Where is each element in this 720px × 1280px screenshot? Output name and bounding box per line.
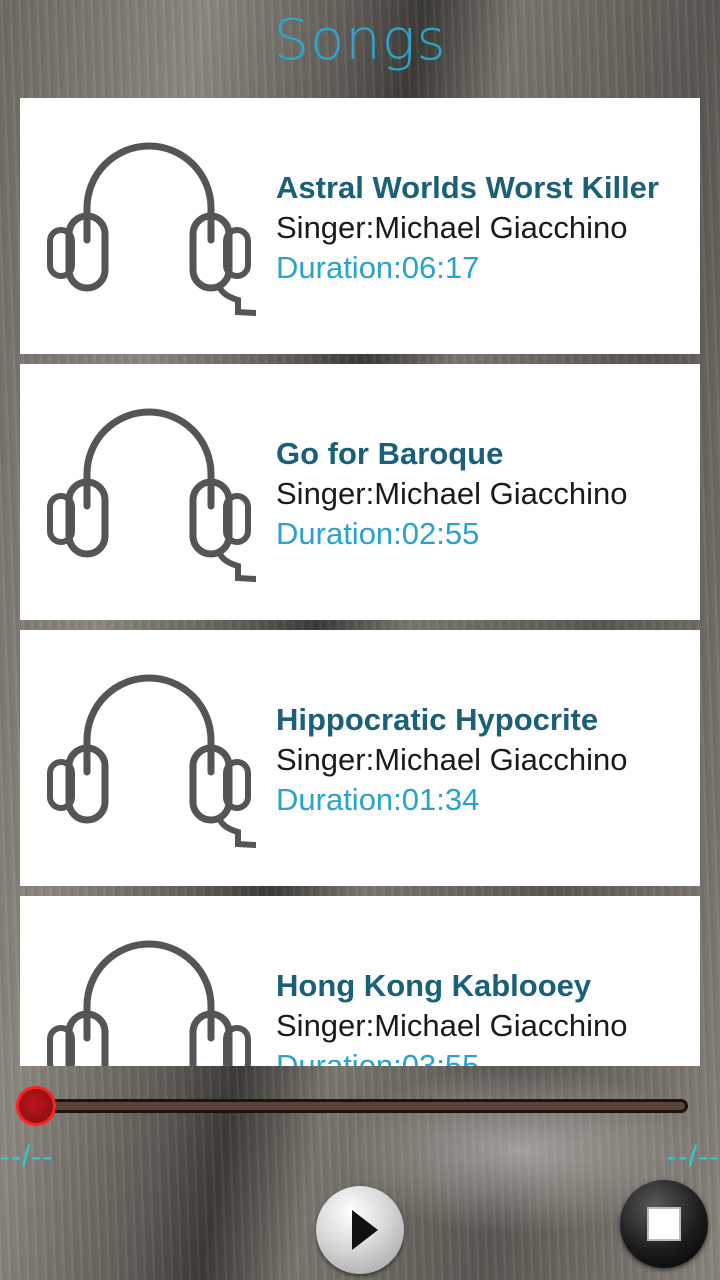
song-title: Astral Worlds Worst Killer	[276, 170, 659, 205]
elapsed-time: --/--	[0, 1140, 54, 1173]
song-title: Hong Kong Kablooey	[276, 968, 592, 1003]
seek-thumb[interactable]	[16, 1086, 56, 1126]
headphones-icon	[47, 408, 256, 583]
play-icon	[352, 1210, 378, 1250]
song-duration: Duration:06:17	[276, 250, 480, 285]
song-item[interactable]: Astral Worlds Worst Killer Singer:Michae…	[20, 98, 700, 354]
song-duration: Duration:01:34	[276, 782, 480, 817]
seek-bar[interactable]	[36, 1099, 688, 1113]
song-singer: Singer:Michael Giacchino	[276, 742, 628, 777]
song-item[interactable]: Go for Baroque Singer:Michael Giacchino …	[20, 364, 700, 620]
song-list[interactable]: Astral Worlds Worst Killer Singer:Michae…	[20, 98, 700, 1066]
song-duration: Duration:03:55	[276, 1048, 480, 1066]
song-title: Go for Baroque	[276, 436, 504, 471]
song-duration: Duration:02:55	[276, 516, 480, 551]
song-item[interactable]: Hong Kong Kablooey Singer:Michael Giacch…	[20, 896, 700, 1066]
play-button[interactable]	[316, 1186, 404, 1274]
headphones-icon	[47, 940, 251, 1066]
headphones-icon	[47, 142, 256, 317]
page-title: Songs	[273, 8, 447, 73]
song-item[interactable]: Hippocratic Hypocrite Singer:Michael Gia…	[20, 630, 700, 886]
song-singer: Singer:Michael Giacchino	[276, 1008, 628, 1043]
song-title: Hippocratic Hypocrite	[276, 702, 599, 737]
stop-icon	[647, 1207, 681, 1241]
stop-button[interactable]	[620, 1180, 708, 1268]
total-time: --/--	[666, 1140, 720, 1173]
song-singer: Singer:Michael Giacchino	[276, 210, 628, 245]
song-singer: Singer:Michael Giacchino	[276, 476, 628, 511]
headphones-icon	[47, 674, 256, 849]
